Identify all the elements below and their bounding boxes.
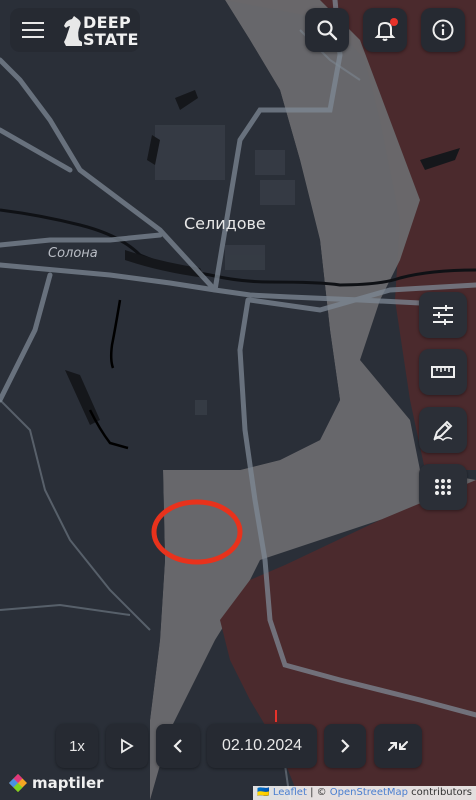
map-canvas[interactable] [0,0,476,800]
sliders-icon [433,305,453,325]
search-icon [317,20,338,41]
next-date-button[interactable] [324,724,366,768]
pencil-icon [433,420,453,442]
maptiler-text: maptiler [32,774,104,792]
collapse-button[interactable] [374,724,422,768]
chevron-right-icon [341,739,350,753]
play-button[interactable] [106,724,148,768]
brand-name-line2: STATE [83,30,139,49]
attribution-separator: | © [306,787,330,798]
grid-icon [435,479,451,495]
river-label: Солона [48,246,98,261]
osm-link[interactable]: OpenStreetMap [330,787,408,798]
info-icon [432,19,454,41]
draw-button[interactable] [419,407,467,453]
ukraine-flag-icon: 🇺🇦 [257,787,270,798]
date-display[interactable]: 02.10.2024 [207,724,317,768]
speed-button[interactable]: 1x [56,724,98,768]
notifications-button[interactable] [363,8,407,52]
search-button[interactable] [305,8,349,52]
brand-logo[interactable]: DEEP STATE [10,8,140,52]
city-label: Селидове [184,214,266,233]
prev-date-button[interactable] [156,724,200,768]
collapse-icon [388,741,408,751]
apps-button[interactable] [419,464,467,510]
ruler-icon [431,366,455,378]
filters-button[interactable] [419,292,467,338]
attribution-contributors: contributors [408,787,472,798]
maptiler-icon [9,774,27,792]
chevron-left-icon [173,739,182,753]
info-button[interactable] [421,8,465,52]
leaflet-link[interactable]: Leaflet [273,787,307,798]
map-attribution: 🇺🇦 Leaflet | © OpenStreetMap contributor… [253,786,476,800]
maptiler-logo[interactable]: maptiler [8,772,104,794]
ruler-button[interactable] [419,349,467,395]
menu-icon[interactable] [22,22,44,38]
play-icon [121,738,134,754]
notification-dot [390,18,398,26]
